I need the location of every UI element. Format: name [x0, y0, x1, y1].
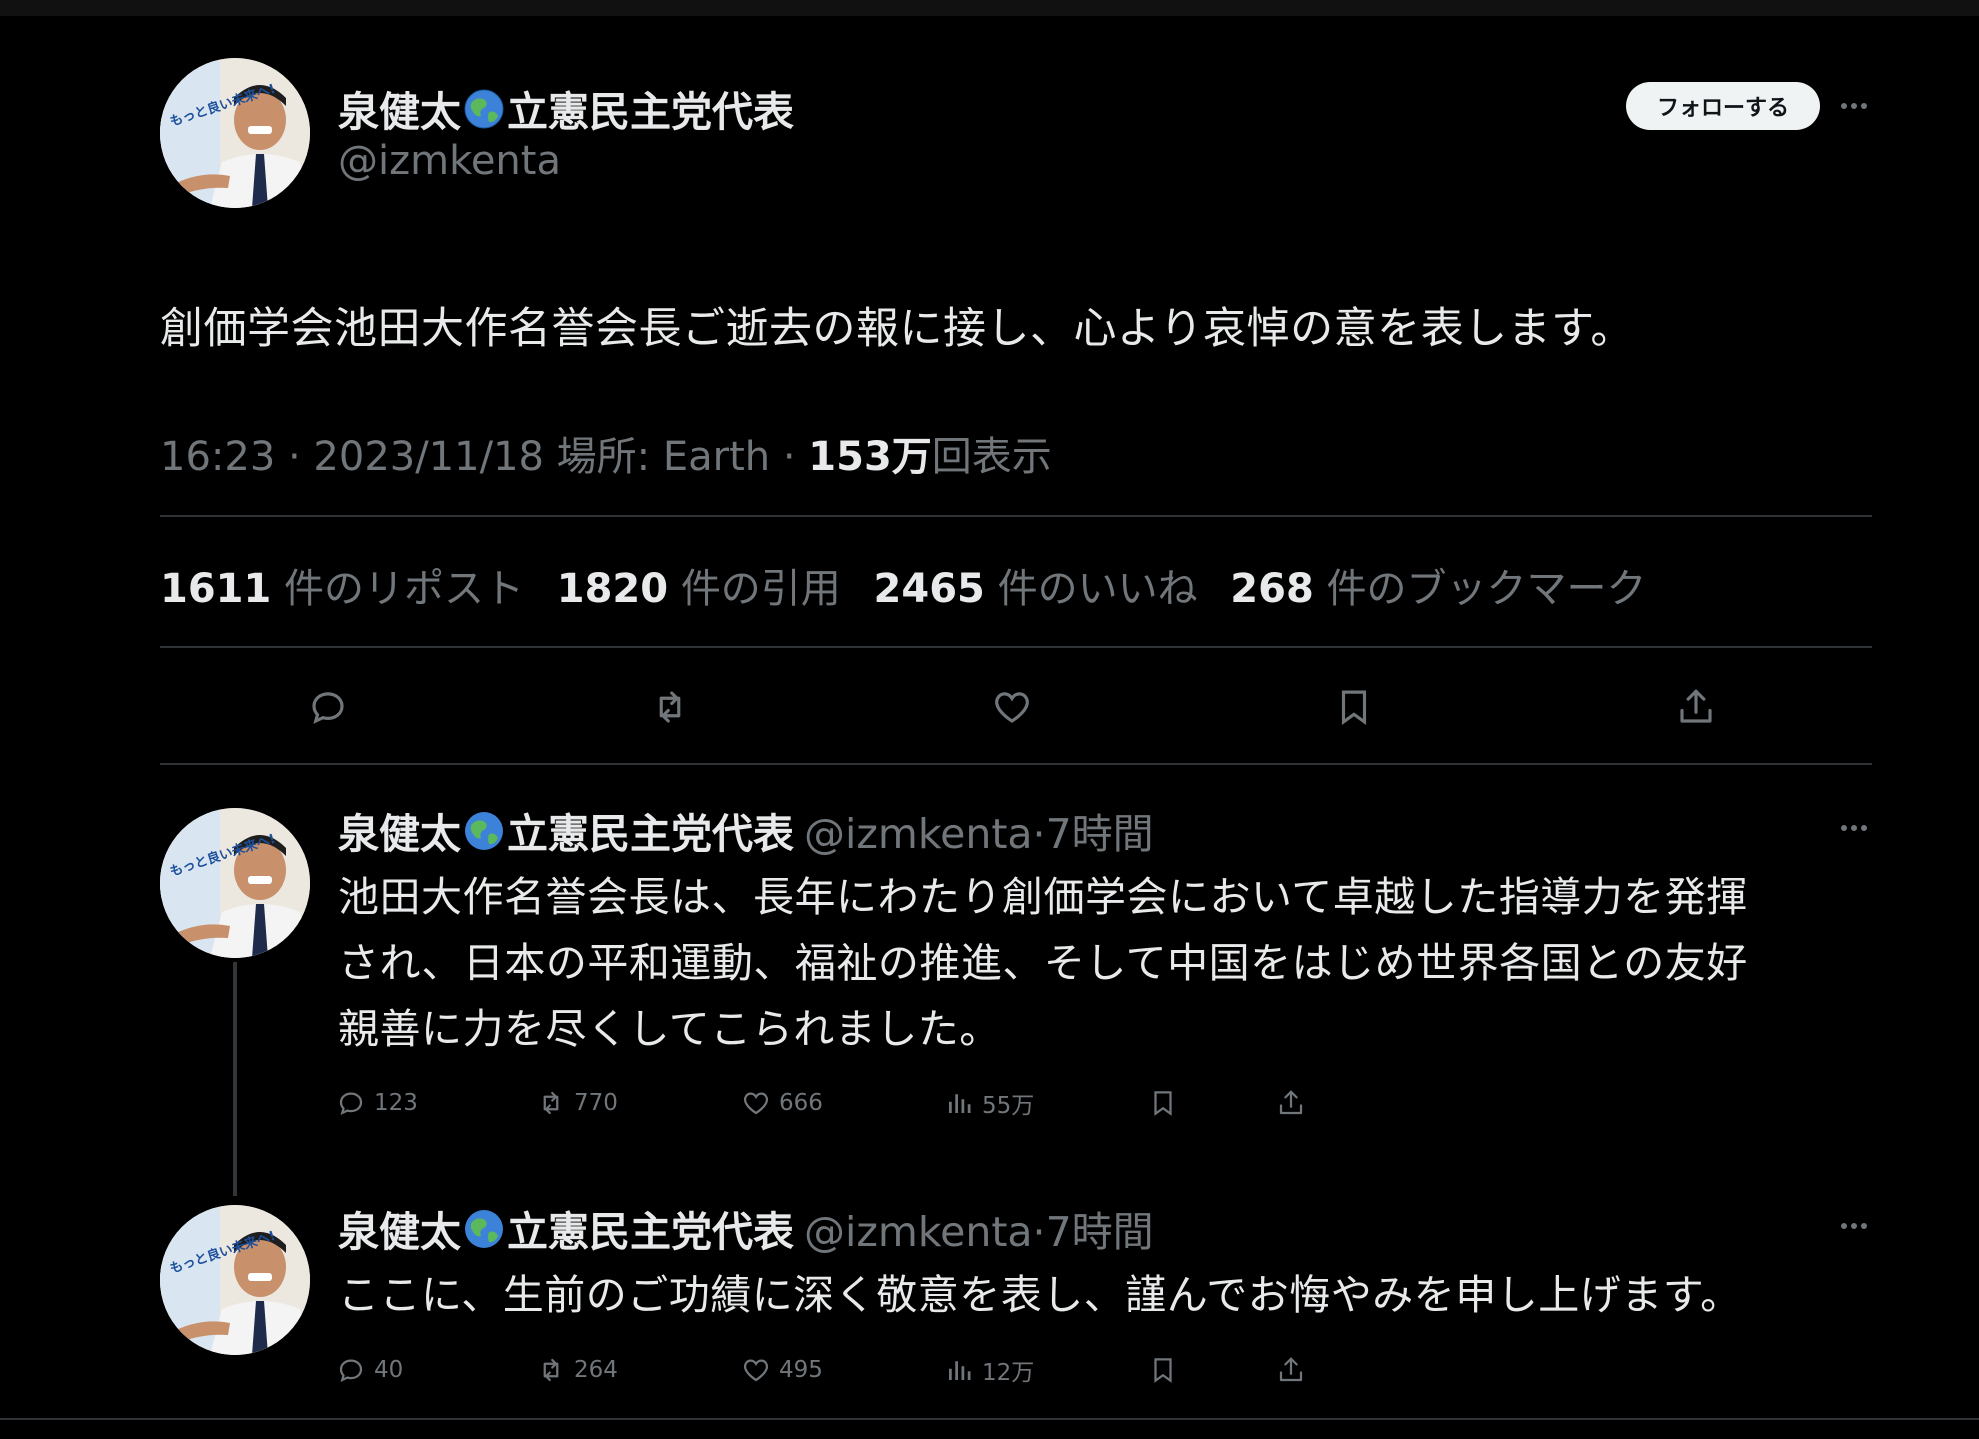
globe-icon [465, 1210, 503, 1248]
views-icon [949, 1361, 971, 1380]
reply-repost-button[interactable]: 770 [536, 1083, 618, 1123]
like-count: 495 [779, 1357, 823, 1383]
share-icon [1279, 1090, 1303, 1115]
more-options-icon[interactable] [1834, 1214, 1874, 1238]
reply-text-line: 池田大作名誉会長は、長年にわたり創価学会において卓越した指導力を発揮 [338, 873, 1748, 921]
quote-stat[interactable]: 1820 件の引用 [557, 566, 841, 612]
author-name-part2: 立憲民主党代表 [507, 88, 794, 136]
share-icon [1279, 1357, 1303, 1382]
views-icon [949, 1094, 971, 1113]
tweet-text: 創価学会池田大作名誉会長ご逝去の報に接し、心より哀悼の意を表します。 [160, 304, 1634, 354]
action-bar [160, 672, 1872, 742]
author-name-part1: 泉健太 [338, 88, 461, 136]
engagement-stats: 1611 件のリポスト 1820 件の引用 2465 件のいいね 268 件のブ… [160, 556, 1667, 614]
avatar-image: もっと良い未来へ! [160, 1205, 310, 1355]
reply-reply-button[interactable]: 123 [336, 1083, 418, 1123]
divider [160, 763, 1872, 765]
reply-header: 泉健太 立憲民主党代表 @izmkenta·7時間 [338, 800, 1154, 860]
more-options-icon[interactable] [1834, 816, 1874, 840]
share-icon[interactable] [1671, 682, 1721, 732]
bookmark-icon [1154, 1091, 1172, 1116]
reply-author-name[interactable]: 泉健太 立憲民主党代表 [338, 1208, 794, 1256]
reply-text: ここに、生前のご功績に深く敬意を表し、謹んでお悔やみを申し上げます。 [338, 1262, 1742, 1328]
reply-count: 123 [374, 1090, 418, 1116]
thread-line [233, 962, 237, 1196]
view-count: 55万 [982, 1093, 1035, 1119]
like-icon [743, 1359, 769, 1382]
globe-icon [464, 89, 504, 129]
author-handle[interactable]: @izmkenta [338, 138, 561, 184]
like-icon[interactable] [987, 682, 1037, 732]
view-count: 12万 [982, 1360, 1035, 1386]
reply-like-button[interactable]: 495 [741, 1350, 823, 1390]
avatar[interactable]: もっと良い未来へ! [160, 58, 310, 208]
repost-count: 770 [574, 1090, 618, 1116]
bookmark-icon [1154, 1358, 1172, 1383]
reply-text: 池田大作名誉会長は、長年にわたり創価学会において卓越した指導力を発揮 され、日本… [338, 864, 1748, 1062]
tweet-timestamp[interactable]: 16:23 · 2023/11/18 場所: Earth · [160, 434, 808, 480]
reply-like-button[interactable]: 666 [741, 1083, 823, 1123]
reply-share-button[interactable] [1276, 1083, 1314, 1123]
view-count: 153万 [808, 434, 932, 480]
view-label: 回表示 [931, 434, 1052, 480]
reply-views-button[interactable]: 12万 [944, 1350, 1034, 1390]
reply-bookmark-button[interactable] [1148, 1083, 1186, 1123]
repost-icon [543, 1091, 559, 1115]
reply-handle[interactable]: @izmkenta [804, 1208, 1033, 1256]
like-icon [743, 1092, 769, 1115]
avatar[interactable]: もっと良い未来へ! [160, 808, 310, 958]
reply-icon[interactable] [303, 682, 353, 732]
repost-stat[interactable]: 1611 件のリポスト [160, 566, 524, 612]
author-name[interactable]: 泉健太 立憲民主党代表 [338, 78, 794, 138]
avatar-image: もっと良い未来へ! [160, 58, 310, 208]
repost-icon [543, 1358, 559, 1382]
reply-bookmark-button[interactable] [1148, 1350, 1186, 1390]
avatar-image: もっと良い未来へ! [160, 808, 310, 958]
reply-reply-button[interactable]: 40 [336, 1350, 403, 1390]
divider [0, 1418, 1979, 1420]
reply-share-button[interactable] [1276, 1350, 1314, 1390]
like-count: 666 [779, 1090, 823, 1116]
reply-time[interactable]: ·7時間 [1033, 810, 1154, 858]
reply-views-button[interactable]: 55万 [944, 1083, 1034, 1123]
repost-count: 264 [574, 1357, 618, 1383]
bookmark-icon[interactable] [1329, 682, 1379, 732]
reply-icon [339, 1092, 363, 1116]
top-band [0, 0, 1979, 16]
reply-repost-button[interactable]: 264 [536, 1350, 618, 1390]
globe-icon [465, 812, 503, 850]
reply-icon [339, 1359, 363, 1383]
reply-text-line: 親善に力を尽くしてこられました。 [338, 1005, 1001, 1053]
avatar[interactable]: もっと良い未来へ! [160, 1205, 310, 1355]
like-stat[interactable]: 2465 件のいいね [874, 566, 1198, 612]
repost-icon[interactable] [645, 682, 695, 732]
reply-text-line: され、日本の平和運動、福祉の推進、そして中国をはじめ世界各国との友好 [338, 939, 1748, 987]
reply-header: 泉健太 立憲民主党代表 @izmkenta·7時間 [338, 1198, 1154, 1258]
divider [160, 646, 1872, 648]
reply-text-line: ここに、生前のご功績に深く敬意を表し、謹んでお悔やみを申し上げます。 [338, 1271, 1742, 1319]
bookmark-stat[interactable]: 268 件のブックマーク [1230, 566, 1646, 612]
reply-author-name[interactable]: 泉健太 立憲民主党代表 [338, 810, 794, 858]
divider [160, 515, 1872, 517]
more-options-icon[interactable] [1834, 94, 1874, 118]
reply-count: 40 [374, 1357, 404, 1383]
reply-time[interactable]: ·7時間 [1033, 1208, 1154, 1256]
tweet-meta: 16:23 · 2023/11/18 場所: Earth · 153万回表示 [160, 424, 1052, 482]
reply-handle[interactable]: @izmkenta [804, 810, 1033, 858]
follow-button[interactable]: フォローする [1626, 82, 1820, 130]
